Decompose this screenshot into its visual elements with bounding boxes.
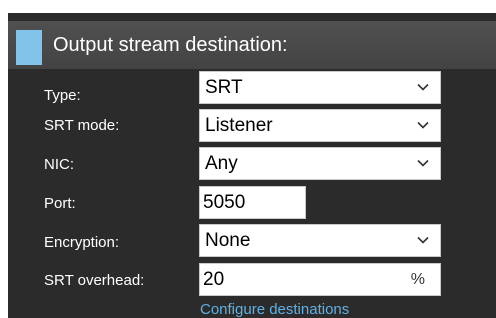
srt-mode-select[interactable]: Listener [199, 109, 441, 142]
encryption-select[interactable]: None [199, 224, 441, 257]
encryption-label: Encryption: [44, 234, 120, 251]
chevron-down-icon [417, 83, 429, 91]
chevron-down-icon [417, 159, 429, 167]
srt-overhead-label: SRT overhead: [44, 272, 145, 289]
section-title: Output stream destination: [53, 34, 288, 56]
nic-value: Any [205, 153, 238, 174]
configure-destinations-link[interactable]: Configure destinations [200, 301, 349, 318]
type-select[interactable]: SRT [199, 71, 441, 104]
port-label: Port: [44, 195, 76, 212]
percent-unit: % [410, 271, 425, 288]
port-value: 5050 [203, 192, 246, 213]
srt-mode-label: SRT mode: [44, 117, 120, 134]
port-input[interactable]: 5050 [199, 186, 306, 219]
nic-label: NIC: [44, 156, 74, 173]
output-stream-panel: Output stream destination: Type: SRT SRT… [8, 13, 496, 318]
nic-select[interactable]: Any [199, 147, 441, 180]
section-header: Output stream destination: [8, 21, 496, 69]
srt-overhead-input[interactable]: 20 % [199, 263, 441, 296]
chevron-down-icon [417, 121, 429, 129]
header-accent-bar [16, 30, 42, 65]
type-label: Type: [44, 87, 81, 104]
type-value: SRT [205, 77, 243, 98]
chevron-down-icon [417, 236, 429, 244]
srt-mode-value: Listener [205, 115, 273, 136]
srt-overhead-value: 20 [203, 269, 225, 290]
encryption-value: None [205, 230, 251, 251]
